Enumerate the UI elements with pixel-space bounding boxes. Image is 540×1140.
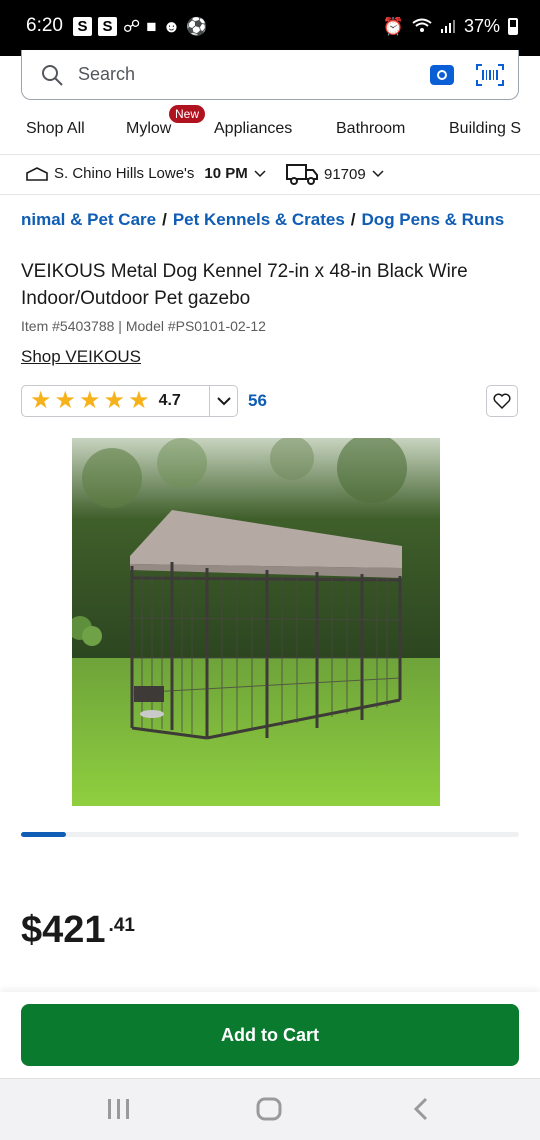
store-name: S. Chino Hills Lowe's <box>54 165 195 182</box>
breadcrumb-separator: / <box>350 210 356 229</box>
store-hours: 10 PM <box>204 165 248 182</box>
price: $421 .41 <box>21 908 135 952</box>
battery-percent: 37% <box>463 15 500 36</box>
link-icon: ☍ <box>122 16 141 36</box>
zip-code: 91709 <box>324 165 366 183</box>
rating-widget[interactable]: ★ ★ ★ ★ ★ 4.7 <box>21 385 238 417</box>
product-image[interactable] <box>72 438 440 806</box>
star-rating: ★ ★ ★ ★ ★ <box>30 389 150 413</box>
delivery-truck-icon <box>286 164 318 185</box>
signal-icon <box>440 20 455 33</box>
wifi-icon <box>412 18 432 32</box>
store-icon <box>26 166 48 181</box>
home-icon[interactable] <box>256 1097 282 1121</box>
system-navigation-bar <box>0 1078 540 1140</box>
sticky-cta-bar: Add to Cart <box>0 992 540 1078</box>
delivery-zip-selector[interactable]: 91709 <box>286 163 384 185</box>
category-bathroom[interactable]: Bathroom <box>336 120 405 138</box>
model-number: Model #PS0101-02-12 <box>125 318 266 334</box>
recent-apps-icon[interactable] <box>106 1097 132 1121</box>
rating-value: 4.7 <box>158 392 181 409</box>
price-cents: .41 <box>108 915 135 936</box>
product-identifiers: Item #5403788 | Model #PS0101-02-12 <box>21 318 266 334</box>
star-icon: ★ <box>103 387 126 414</box>
search-bar[interactable]: Search <box>21 50 519 100</box>
favorite-button[interactable] <box>486 385 518 417</box>
barcode-scan-icon[interactable] <box>476 63 504 86</box>
chevron-down-icon <box>216 396 231 405</box>
status-notification-icons: S S ☍ ■ ☻ ⚽ <box>72 16 208 36</box>
heart-icon <box>493 393 511 409</box>
store-selector[interactable]: S. Chino Hills Lowe's 10 PM <box>26 165 266 182</box>
review-count-link[interactable]: 56 <box>248 391 267 411</box>
rating-dropdown-button[interactable] <box>209 386 237 416</box>
breadcrumb-link[interactable]: nimal & Pet Care <box>21 210 156 229</box>
alarm-icon: ⏰ <box>382 16 404 36</box>
back-icon[interactable] <box>410 1097 432 1121</box>
category-nav: Shop All Mylow Appliances Bathroom Build… <box>0 103 540 153</box>
breadcrumb-separator: / <box>162 210 167 229</box>
star-icon: ★ <box>79 387 101 414</box>
status-time: 6:20 <box>26 15 63 36</box>
search-icon <box>42 64 63 86</box>
item-number: Item #5403788 | <box>21 318 122 334</box>
breadcrumb-link[interactable]: Pet Kennels & Crates <box>173 210 345 229</box>
add-to-cart-button[interactable]: Add to Cart <box>21 1004 519 1066</box>
breadcrumb: nimal & Pet Care / Pet Kennels & Crates / Do… <box>21 210 521 230</box>
store-bar: S. Chino Hills Lowe's 10 PM 91709 <box>0 154 540 195</box>
star-icon: ★ <box>128 387 150 414</box>
shop-brand-link[interactable]: Shop VEIKOUS <box>21 347 141 367</box>
app-badge-icon: S <box>97 16 117 36</box>
app-badge-icon: S <box>72 16 92 36</box>
status-system-icons: ⏰ 37% <box>383 16 518 37</box>
category-building-supplies[interactable]: Building S <box>449 120 521 138</box>
battery-icon <box>508 17 518 35</box>
category-mylow[interactable]: Mylow <box>126 120 171 138</box>
search-input[interactable]: Search <box>78 64 430 85</box>
image-carousel-indicator[interactable] <box>21 832 519 837</box>
chevron-down-icon <box>372 170 384 178</box>
new-badge: New <box>169 105 206 123</box>
soccer-ball-icon: ⚽ <box>186 16 208 36</box>
status-bar: 6:20 S S ☍ ■ ☻ ⚽ ⏰ 37% <box>0 0 540 56</box>
category-appliances[interactable]: Appliances <box>214 120 292 138</box>
star-icon: ★ <box>30 387 52 414</box>
star-icon: ★ <box>54 387 77 414</box>
camera-search-icon[interactable] <box>430 64 454 85</box>
price-dollars: $421 <box>21 909 106 951</box>
product-title: VEIKOUS Metal Dog Kennel 72-in x 48-in B… <box>21 261 468 309</box>
carousel-progress-fill <box>21 832 66 837</box>
breadcrumb-link[interactable]: Dog Pens & Runs <box>362 210 505 229</box>
chevron-down-icon <box>254 169 266 177</box>
shopping-bag-icon: ■ <box>146 16 157 36</box>
account-icon: ☻ <box>162 16 181 36</box>
category-shop-all[interactable]: Shop All <box>26 120 85 138</box>
